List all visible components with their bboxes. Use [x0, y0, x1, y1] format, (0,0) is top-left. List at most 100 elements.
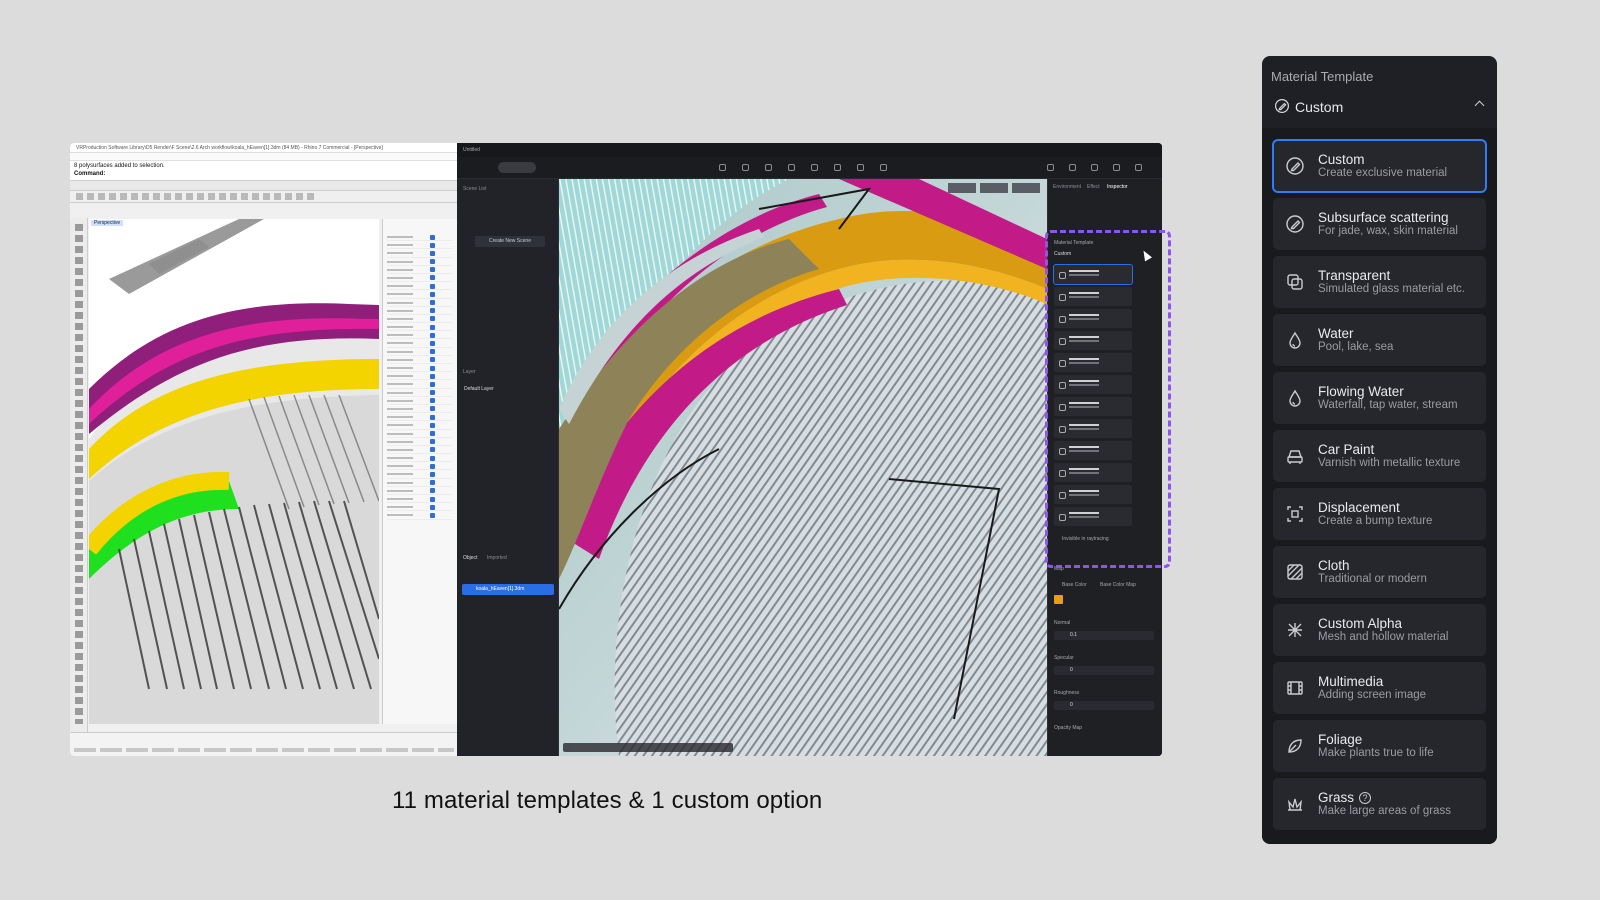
template-item-cloth[interactable]: Cloth Traditional or modern — [1273, 546, 1486, 598]
template-item-grass[interactable]: Grass? Make large areas of grass — [1273, 778, 1486, 830]
template-item-foliage[interactable]: Foliage Make plants true to life — [1273, 720, 1486, 772]
template-item-custom-alpha[interactable]: Custom Alpha Mesh and hollow material — [1273, 604, 1486, 656]
rhino-model-render — [89, 219, 379, 724]
viewport-buttons[interactable] — [948, 183, 1043, 193]
template-name: Subsurface scattering — [1318, 210, 1449, 225]
roughness-value: 0 — [1070, 702, 1073, 708]
template-name: Flowing Water — [1318, 384, 1404, 399]
rhino-display-panel[interactable] — [382, 219, 457, 724]
light-icon[interactable] — [719, 164, 726, 171]
specular-field[interactable] — [1054, 666, 1154, 675]
template-name: Grass? — [1318, 790, 1372, 805]
help-icon[interactable]: ? — [1359, 792, 1372, 804]
movie-icon[interactable] — [1113, 164, 1120, 171]
command-message: 8 polysurfaces added to selection. — [74, 163, 165, 169]
template-description: Make plants true to life — [1318, 747, 1434, 759]
template-item-water[interactable]: Water Pool, lake, sea — [1273, 314, 1486, 366]
template-description: Pool, lake, sea — [1318, 341, 1394, 353]
rhino-command-area[interactable]: 8 polysurfaces added to selection. Comma… — [70, 161, 457, 181]
d5-title-bar: Untitled — [457, 143, 1162, 157]
tab-effect[interactable]: Effect — [1087, 184, 1100, 190]
template-name: Custom Alpha — [1318, 616, 1403, 631]
flag-icon[interactable] — [857, 164, 864, 171]
droplet-icon — [1285, 330, 1305, 350]
command-prompt: Command: — [74, 171, 106, 177]
object-tab[interactable]: Object — [463, 555, 477, 561]
template-description: Waterfall, tap water, stream — [1318, 399, 1458, 411]
render-icon[interactable] — [1047, 164, 1054, 171]
chevron-up-icon[interactable] — [1474, 100, 1485, 111]
car-icon — [1285, 446, 1305, 466]
base-color-map-label: Base Color Map — [1100, 582, 1136, 588]
rhino-window: VRProduction Software Library\D5 Render\… — [70, 143, 457, 756]
template-item-flowing-water[interactable]: Flowing Water Waterfall, tap water, strea… — [1273, 372, 1486, 424]
base-color-swatch[interactable] — [1054, 595, 1063, 604]
template-description: Varnish with metallic texture — [1318, 457, 1461, 469]
viewport-bottom-tips[interactable] — [563, 743, 733, 752]
object-list-item[interactable]: koala_hEaven[1].3dm — [462, 584, 554, 595]
opacity-map-label: Opacity Map — [1054, 725, 1083, 731]
specular-label: Specular — [1054, 655, 1074, 661]
roughness-field[interactable] — [1054, 701, 1154, 710]
roughness-label: Roughness — [1054, 690, 1080, 696]
template-name: Displacement — [1318, 500, 1400, 515]
rhino-title-bar: VRProduction Software Library\D5 Render\… — [70, 143, 457, 153]
template-name: Transparent — [1318, 268, 1391, 283]
rhino-menu-bar[interactable] — [70, 153, 457, 161]
template-description: Traditional or modern — [1318, 573, 1427, 585]
rhino-toolbar[interactable] — [70, 191, 457, 203]
d5-render-viewport[interactable] — [559, 179, 1047, 756]
camera-icon[interactable] — [1091, 164, 1098, 171]
template-item-custom[interactable]: Custom Create exclusive material — [1272, 139, 1487, 193]
create-scene-button[interactable]: Create New Scene — [475, 236, 545, 247]
template-name: Cloth — [1318, 558, 1350, 573]
template-item-car-paint[interactable]: Car Paint Varnish with metallic texture — [1273, 430, 1486, 482]
imported-tab[interactable]: Imported — [487, 555, 507, 561]
pen-icon — [1285, 156, 1305, 176]
grid-icon[interactable] — [834, 164, 841, 171]
film-icon — [1285, 678, 1305, 698]
displacement-icon — [1285, 504, 1305, 524]
assets-button[interactable] — [498, 162, 536, 173]
share-icon[interactable] — [1069, 164, 1076, 171]
template-description: For jade, wax, skin material — [1318, 225, 1458, 237]
cloth-icon — [1285, 562, 1305, 582]
brush-icon[interactable] — [765, 164, 772, 171]
highlight-dashed-box — [1045, 230, 1171, 568]
tab-inspector[interactable]: Inspector — [1107, 184, 1128, 190]
viewport-label[interactable]: Perspective — [91, 220, 124, 226]
d5-top-toolbar[interactable] — [457, 157, 1162, 179]
rhino-toolbar-tabs[interactable] — [70, 181, 457, 191]
template-item-subsurface-scattering[interactable]: Subsurface scattering For jade, wax, skin… — [1273, 198, 1486, 250]
material-template-panel: Material Template Custom Custom Create ex… — [1262, 56, 1497, 844]
cloud-icon[interactable] — [880, 164, 887, 171]
rhino-status-bar[interactable] — [70, 732, 457, 756]
tab-environment[interactable]: Environment — [1053, 184, 1081, 190]
template-dropdown[interactable]: Custom — [1262, 94, 1497, 124]
path-icon[interactable] — [742, 164, 749, 171]
scene-list-panel: Scene List Create New Scene Layer Defaul… — [457, 179, 559, 756]
template-name: Foliage — [1318, 732, 1363, 747]
template-description: Simulated glass material etc. — [1318, 283, 1466, 295]
default-layer-item[interactable]: Default Layer — [464, 386, 494, 392]
template-description: Make large areas of grass — [1318, 805, 1451, 817]
rotate-icon[interactable] — [788, 164, 795, 171]
layer-label: Layer — [463, 369, 476, 375]
dropdown-selected-value: Custom — [1295, 99, 1344, 115]
normal-field[interactable] — [1054, 631, 1154, 640]
template-name: Multimedia — [1318, 674, 1384, 689]
rhino-left-toolbar[interactable] — [70, 218, 88, 738]
video-icon[interactable] — [811, 164, 818, 171]
template-item-transparent[interactable]: Transparent Simulated glass material etc. — [1273, 256, 1486, 308]
template-description: Adding screen image — [1318, 689, 1427, 701]
rhino-perspective-viewport[interactable]: Perspective — [89, 219, 379, 724]
caption: 11 material templates & 1 custom option — [392, 787, 823, 814]
template-item-multimedia[interactable]: Multimedia Adding screen image — [1273, 662, 1486, 714]
template-description: Create a bump texture — [1318, 515, 1433, 527]
normal-label: Normal — [1054, 620, 1071, 626]
template-name: Custom — [1318, 152, 1365, 167]
base-color-label: Base Color — [1062, 582, 1087, 588]
export-icon[interactable] — [1135, 164, 1142, 171]
template-name: Car Paint — [1318, 442, 1375, 457]
template-item-displacement[interactable]: Displacement Create a bump texture — [1273, 488, 1486, 540]
